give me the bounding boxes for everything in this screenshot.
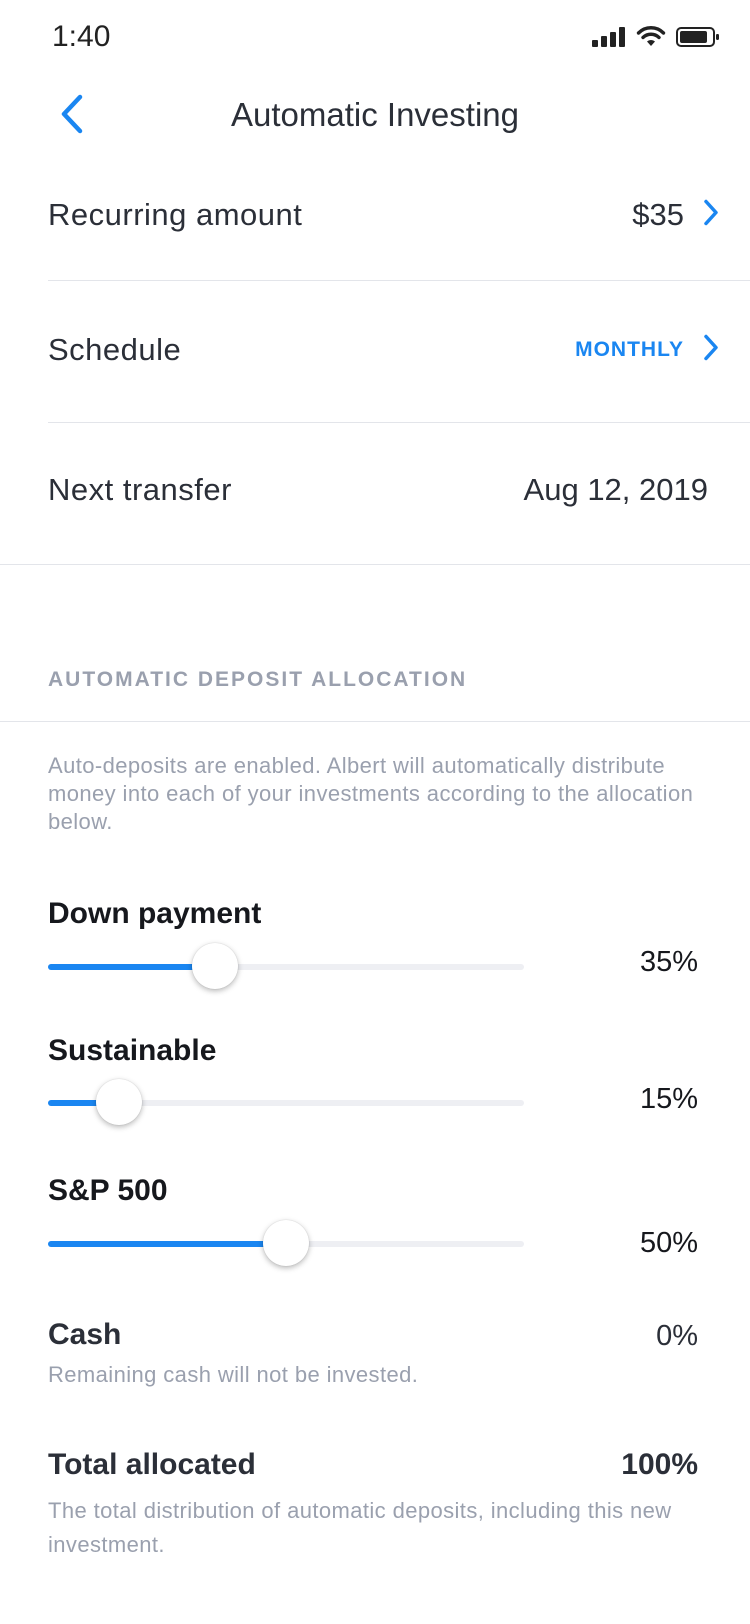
total-allocated-percent: 100%	[621, 1448, 698, 1481]
allocation-slider[interactable]	[48, 1078, 524, 1128]
allocation-percent: 35%	[639, 946, 698, 978]
allocation-percent: 50%	[639, 1227, 698, 1259]
status-bar: 1:40	[0, 0, 750, 80]
cash-note: Remaining cash will not be invested.	[48, 1362, 419, 1387]
chevron-right-icon	[702, 199, 720, 232]
recurring-amount-row[interactable]: Recurring amount $35	[48, 165, 750, 265]
battery-icon	[676, 26, 720, 53]
status-time: 1:40	[52, 20, 111, 53]
allocation-slider[interactable]	[48, 1219, 524, 1269]
allocation-item-title: S&P 500	[48, 1174, 168, 1207]
cash-title: Cash	[48, 1318, 122, 1351]
status-icons	[592, 26, 720, 53]
next-transfer-row: Next transfer Aug 12, 2019	[48, 440, 750, 540]
next-transfer-value: Aug 12, 2019	[523, 472, 708, 507]
divider	[0, 564, 750, 565]
divider	[48, 422, 750, 423]
cellular-signal-icon	[592, 27, 626, 52]
schedule-value: MONTHLY	[575, 338, 684, 361]
slider-thumb[interactable]	[191, 943, 238, 989]
allocation-description: Auto-deposits are enabled. Albert will a…	[48, 753, 694, 834]
slider-fill	[48, 1241, 286, 1247]
divider	[48, 280, 750, 281]
allocation-slider[interactable]	[48, 942, 524, 992]
nav-bar: Automatic Investing	[0, 80, 750, 150]
schedule-row[interactable]: Schedule MONTHLY	[48, 300, 750, 400]
divider	[0, 721, 750, 722]
page-title: Automatic Investing	[231, 96, 519, 133]
schedule-label: Schedule	[48, 332, 182, 367]
slider-fill	[48, 964, 215, 970]
cash-percent: 0%	[656, 1320, 698, 1352]
recurring-amount-value: $35	[632, 197, 684, 232]
next-transfer-label: Next transfer	[48, 472, 232, 507]
slider-thumb[interactable]	[96, 1079, 143, 1125]
allocation-item-title: Sustainable	[48, 1034, 217, 1067]
section-header: AUTOMATIC DEPOSIT ALLOCATION	[48, 668, 468, 691]
total-allocated-note: The total distribution of automatic depo…	[48, 1498, 672, 1557]
wifi-icon	[636, 26, 666, 53]
allocation-item-title: Down payment	[48, 897, 262, 930]
recurring-amount-label: Recurring amount	[48, 197, 303, 232]
chevron-right-icon	[702, 334, 720, 367]
slider-thumb[interactable]	[263, 1220, 309, 1266]
total-allocated-title: Total allocated	[48, 1448, 256, 1481]
allocation-percent: 15%	[639, 1083, 698, 1115]
